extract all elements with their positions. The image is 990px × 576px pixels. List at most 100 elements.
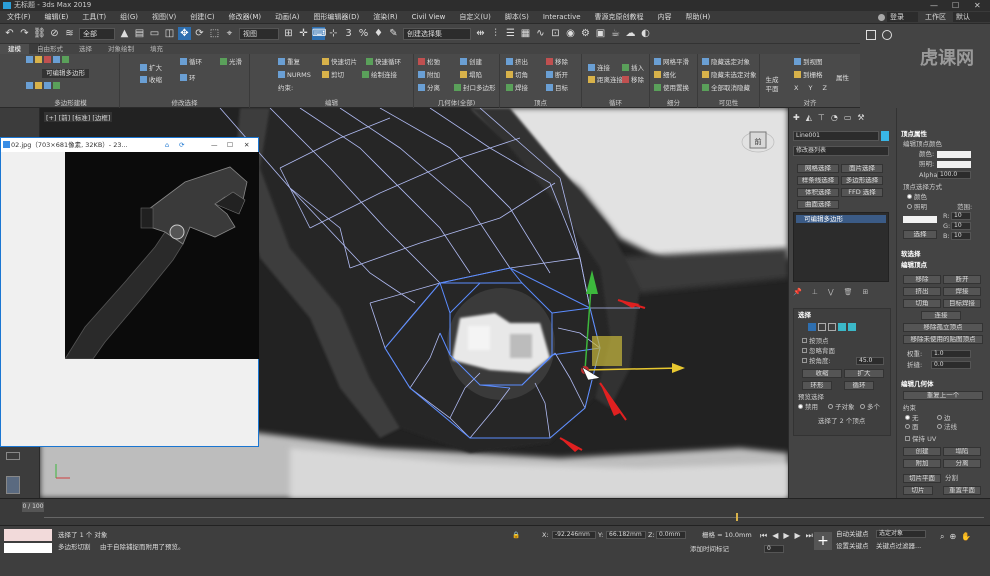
collapse-button[interactable]: 塌陷	[469, 71, 482, 79]
gizmo-xy-plane[interactable]	[592, 336, 622, 366]
element-subobj-icon[interactable]	[848, 323, 856, 331]
mirror-icon[interactable]: ⇹	[474, 27, 487, 40]
cut-button[interactable]: 剪切	[331, 71, 344, 79]
poly-toggle-icon[interactable]	[35, 82, 42, 89]
menu-interactive[interactable]: Interactive	[536, 11, 588, 23]
image-viewer-titlebar[interactable]: 02.jpg（703×681像素, 32KB）- 23... ⌂ ⟳ — ☐ ✕	[1, 138, 258, 152]
repeat-button[interactable]: 重复	[287, 58, 300, 66]
break-button[interactable]: 断开	[555, 71, 568, 79]
pan-icon[interactable]: ✋	[961, 532, 971, 542]
vertex-subobj-icon[interactable]	[808, 323, 816, 331]
quickloop-button[interactable]: 快速循环	[375, 58, 401, 66]
shrink-button[interactable]: 收缩	[149, 76, 162, 84]
patch-select-button[interactable]: 面片选择	[841, 164, 883, 173]
make-unique-icon[interactable]: ⋁	[828, 288, 834, 298]
menu-modifiers[interactable]: 修改器(M)	[222, 11, 269, 23]
render-cloud-icon[interactable]: ☁	[624, 27, 637, 40]
soft-selection-header[interactable]: 软选择	[901, 250, 921, 259]
render-frame-icon[interactable]: ▣	[594, 27, 607, 40]
modifier-list-dropdown[interactable]: 修改器列表	[793, 146, 889, 156]
show-end-icon[interactable]	[44, 82, 51, 89]
relax-button[interactable]: 松弛	[427, 58, 440, 66]
menu-edit[interactable]: 编辑(E)	[38, 11, 76, 23]
edit-vertices-header[interactable]: 编辑顶点	[901, 261, 927, 270]
border-subobj-icon[interactable]	[828, 323, 836, 331]
edge-subobj-icon[interactable]	[818, 323, 826, 331]
a360-icon[interactable]: ◐	[639, 27, 652, 40]
by-angle-checkbox[interactable]	[802, 358, 807, 363]
connect-button[interactable]: 连接	[597, 64, 610, 72]
remove-button[interactable]: 移除	[555, 58, 568, 66]
place-icon[interactable]: ⌖	[223, 27, 236, 40]
auto-key-button[interactable]: 自动关键点	[836, 530, 869, 539]
constraint-face-radio[interactable]	[905, 424, 910, 429]
meshsmooth-button[interactable]: 网格平滑	[663, 58, 689, 66]
menu-customize[interactable]: 自定义(U)	[452, 11, 498, 23]
to-grid-button[interactable]: 到栅格	[803, 71, 823, 79]
constraint-normal-radio[interactable]	[937, 424, 942, 429]
object-color-swatch[interactable]	[881, 131, 889, 141]
menu-civil-view[interactable]: Civil View	[405, 11, 453, 23]
smooth-button[interactable]: 光滑	[229, 58, 242, 66]
ev-extrude-button[interactable]: 挤出	[903, 287, 941, 296]
object-name-field[interactable]: Line001	[793, 131, 879, 141]
goto-end-icon[interactable]: ⏭	[806, 531, 813, 541]
modify-tab-icon[interactable]: ◭	[806, 113, 812, 123]
element-mode-icon[interactable]	[62, 56, 69, 63]
edit-geometry-header[interactable]: 编辑几何体	[901, 380, 934, 389]
link-icon[interactable]: ⛓	[33, 27, 46, 40]
alpha-spinner[interactable]: 100.0	[937, 171, 971, 179]
rotate-view-icon[interactable]: ⟳	[179, 138, 189, 152]
menu-tutorials[interactable]: 曹源克原创教程	[588, 11, 651, 23]
reset-plane-button[interactable]: 重置平面	[943, 486, 981, 495]
undo-icon[interactable]: ↶	[3, 27, 16, 40]
select-manipulate-icon[interactable]: ✛	[297, 27, 310, 40]
menu-content[interactable]: 内容	[651, 11, 679, 23]
modifier-stack[interactable]: 可编辑多边形	[793, 212, 889, 282]
remove-modifier-icon[interactable]: 🗑	[844, 288, 853, 298]
menu-help[interactable]: 帮助(H)	[679, 11, 718, 23]
image-close-button[interactable]: ✕	[244, 138, 254, 152]
ref-coord-dropdown[interactable]: 视图	[239, 27, 279, 40]
ev-remove-unused-button[interactable]: 移除未使用的贴图顶点	[903, 335, 983, 344]
menu-scripting[interactable]: 脚本(S)	[498, 11, 536, 23]
chamfer-button[interactable]: 切角	[515, 71, 528, 79]
eg-detach-button[interactable]: 分离	[943, 459, 981, 468]
eg-attach-button[interactable]: 附加	[903, 459, 941, 468]
select-by-color-radio[interactable]	[907, 194, 912, 199]
tessellate-button[interactable]: 细化	[663, 71, 676, 79]
mesh-select-button[interactable]: 网格选择	[797, 164, 839, 173]
hide-selected-button[interactable]: 隐藏选定对象	[711, 58, 750, 66]
zoom-icon[interactable]: ⌕	[940, 532, 944, 542]
ev-remove-isolated-button[interactable]: 移除孤立顶点	[903, 323, 983, 332]
paint-connect-button[interactable]: 绘制连接	[371, 71, 397, 79]
menu-rendering[interactable]: 渲染(R)	[366, 11, 404, 23]
schematic-icon[interactable]: ⊡	[549, 27, 562, 40]
selection-header[interactable]: 选择	[798, 311, 811, 320]
stack-icon[interactable]	[26, 82, 33, 89]
select-color-swatch[interactable]	[903, 216, 937, 223]
cap-poly-button[interactable]: 封口多边形	[463, 84, 496, 92]
tab-populate[interactable]: 填充	[142, 44, 171, 54]
motion-tab-icon[interactable]: ◔	[831, 113, 838, 123]
eg-collapse-button[interactable]: 塌陷	[943, 447, 981, 456]
show-end-result-icon[interactable]: ⊥	[812, 288, 818, 298]
constraint-none-radio[interactable]	[905, 415, 910, 420]
minimize-button[interactable]: —	[930, 0, 938, 11]
preview-disabled-radio[interactable]	[798, 404, 803, 409]
menu-animation[interactable]: 动画(A)	[268, 11, 306, 23]
extrude-button[interactable]: 挤出	[515, 58, 528, 66]
r-spinner[interactable]: 10	[951, 212, 971, 220]
menu-group[interactable]: 组(G)	[113, 11, 145, 23]
image-maximize-button[interactable]: ☐	[227, 138, 237, 152]
key-filters-button[interactable]: 关键点过滤器...	[876, 542, 921, 551]
goto-start-icon[interactable]: ⏮	[760, 531, 767, 541]
hide-unselected-button[interactable]: 隐藏未选定对象	[711, 71, 757, 79]
b-spinner[interactable]: 10	[951, 232, 971, 240]
pivot-icon[interactable]: ⊞	[282, 27, 295, 40]
tab-selection[interactable]: 选择	[71, 44, 100, 54]
rotate-icon[interactable]: ⟳	[193, 27, 206, 40]
menu-create[interactable]: 创建(C)	[183, 11, 221, 23]
edge-mode-icon[interactable]	[35, 56, 42, 63]
unhide-all-button[interactable]: 全部取消隐藏	[711, 84, 750, 92]
